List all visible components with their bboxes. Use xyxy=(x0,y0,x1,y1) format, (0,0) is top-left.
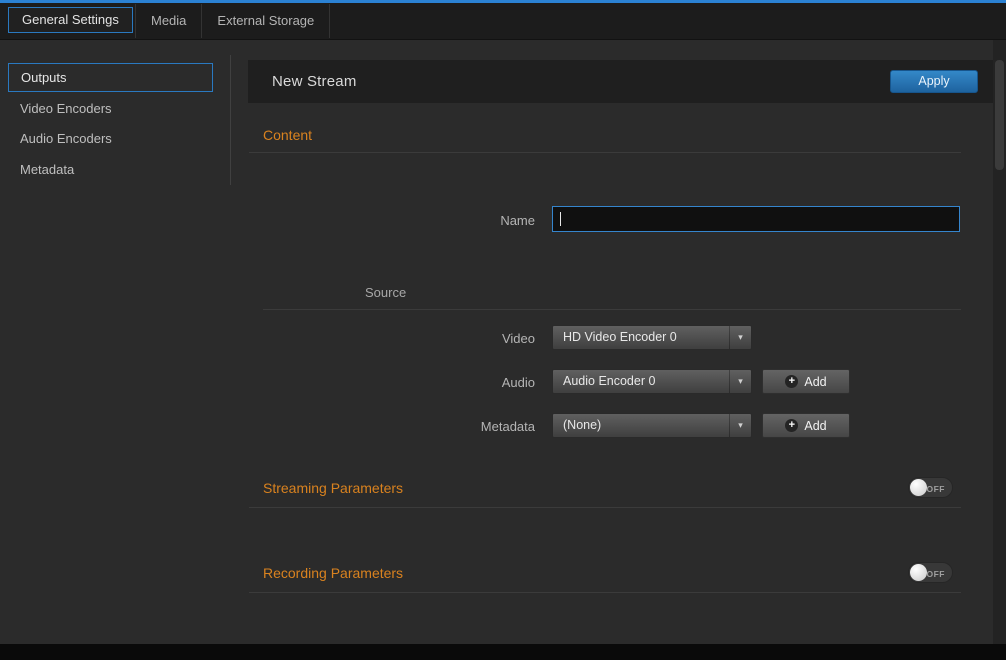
video-select[interactable]: HD Video Encoder 0 ▾ xyxy=(552,325,752,350)
plus-icon: + xyxy=(785,419,798,432)
metadata-select[interactable]: (None) ▾ xyxy=(552,413,752,438)
apply-button[interactable]: Apply xyxy=(890,70,978,93)
streaming-parameters-heading: Streaming Parameters xyxy=(263,480,403,496)
tab-external-storage[interactable]: External Storage xyxy=(202,4,330,38)
name-label: Name xyxy=(400,213,535,229)
source-label: Source xyxy=(365,285,406,300)
audio-select-value: Audio Encoder 0 xyxy=(563,374,655,388)
scrollbar-thumb[interactable] xyxy=(995,60,1004,170)
divider xyxy=(249,507,961,508)
tab-general-settings[interactable]: General Settings xyxy=(8,7,133,33)
chevron-down-icon: ▾ xyxy=(729,326,751,349)
toggle-state-label: OFF xyxy=(927,484,946,494)
add-audio-button[interactable]: + Add xyxy=(762,369,850,394)
sidebar-item-outputs[interactable]: Outputs xyxy=(8,63,213,92)
sidebar-divider xyxy=(230,55,231,185)
toggle-state-label: OFF xyxy=(927,569,946,579)
divider xyxy=(249,592,961,593)
app-window: General Settings Media External Storage … xyxy=(0,0,1006,660)
footer-bar xyxy=(0,644,1006,660)
metadata-select-value: (None) xyxy=(563,418,601,432)
plus-icon: + xyxy=(785,375,798,388)
metadata-label: Metadata xyxy=(400,419,535,435)
recording-parameters-heading: Recording Parameters xyxy=(263,565,403,581)
chevron-down-icon: ▾ xyxy=(729,414,751,437)
page-title: New Stream xyxy=(272,73,357,90)
video-label: Video xyxy=(400,331,535,347)
tab-bar: General Settings Media External Storage xyxy=(0,3,1006,40)
toggle-knob xyxy=(910,479,927,496)
audio-label: Audio xyxy=(400,375,535,391)
toggle-knob xyxy=(910,564,927,581)
chevron-down-icon: ▾ xyxy=(729,370,751,393)
divider xyxy=(263,309,961,310)
streaming-parameters-toggle[interactable]: OFF xyxy=(908,477,953,498)
panel-header: New Stream Apply xyxy=(248,60,993,103)
divider xyxy=(249,152,961,153)
add-metadata-button[interactable]: + Add xyxy=(762,413,850,438)
text-caret xyxy=(560,212,561,226)
sidebar-item-video-encoders[interactable]: Video Encoders xyxy=(20,101,112,117)
video-select-value: HD Video Encoder 0 xyxy=(563,330,677,344)
name-input-wrapper xyxy=(552,206,960,232)
recording-parameters-toggle[interactable]: OFF xyxy=(908,562,953,583)
content-section-heading: Content xyxy=(263,127,312,143)
sidebar-item-audio-encoders[interactable]: Audio Encoders xyxy=(20,131,112,147)
stream-name-input[interactable] xyxy=(552,206,960,232)
add-metadata-label: Add xyxy=(804,419,826,433)
add-audio-label: Add xyxy=(804,375,826,389)
tab-group: Media External Storage xyxy=(135,4,330,38)
audio-select[interactable]: Audio Encoder 0 ▾ xyxy=(552,369,752,394)
sidebar-item-metadata[interactable]: Metadata xyxy=(20,162,74,178)
tab-media[interactable]: Media xyxy=(135,4,202,38)
